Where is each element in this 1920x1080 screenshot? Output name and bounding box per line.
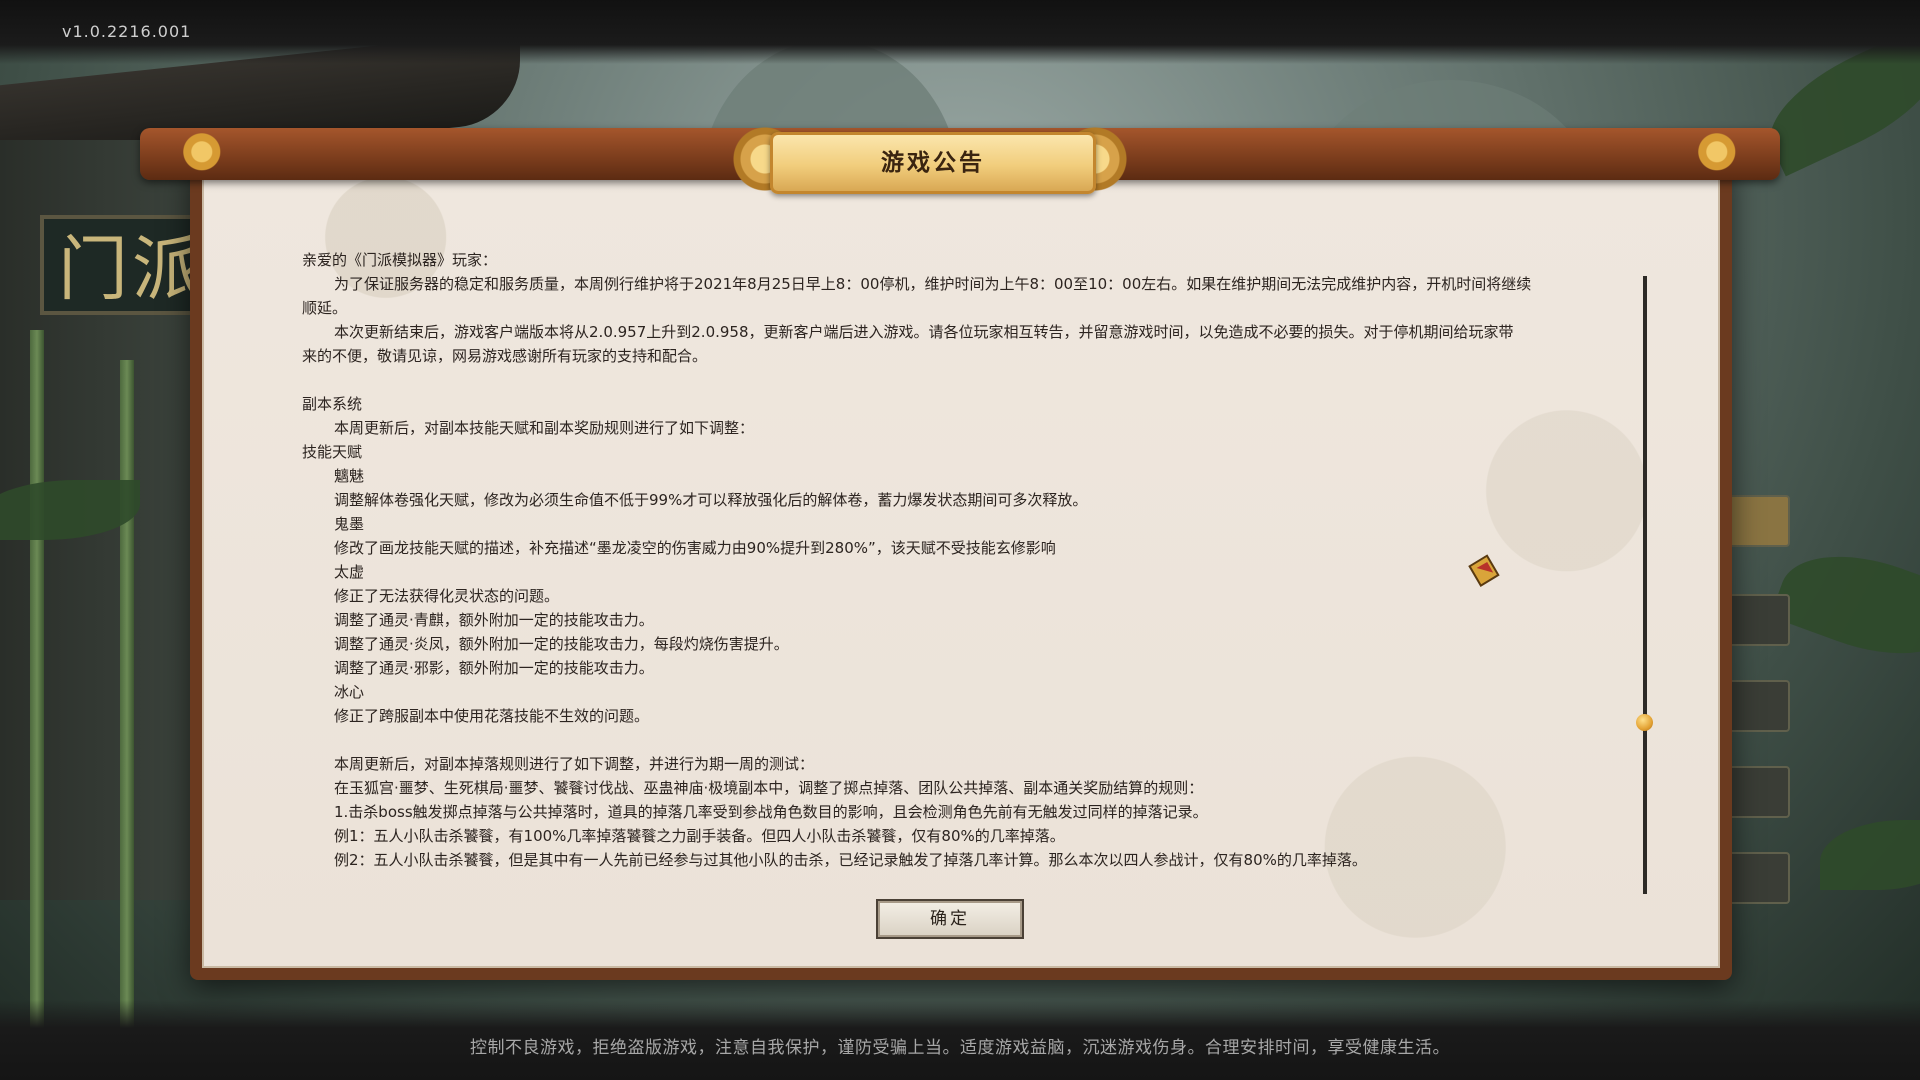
content-line: 为了保证服务器的稳定和服务质量，本周例行维护将于2021年8月25日早上8：00… (334, 275, 1532, 293)
content-line: 修正了无法获得化灵状态的问题。 (334, 587, 560, 605)
title-plate: 游戏公告 (770, 132, 1096, 194)
content-line: 调整了通灵·炎凤，额外附加一定的技能攻击力，每段灼烧伤害提升。 (334, 635, 789, 653)
class-name: 鬼墨 (334, 515, 365, 533)
content-line: 修改了画龙技能天赋的描述，补充描述“墨龙凌空的伤害威力由90%提升到280%”，… (334, 539, 1056, 557)
content-line: 例1：五人小队击杀饕餮，有100%几率掉落饕餮之力副手装备。但四人小队击杀饕餮，… (334, 827, 1065, 845)
content-line: 来的不便，敬请见谅，网易游戏感谢所有玩家的支持和配合。 (302, 347, 708, 365)
class-name: 太虚 (334, 563, 365, 581)
bottom-bar: 控制不良游戏，拒绝盗版游戏，注意自我保护，谨防受骗上当。适度游戏益脑，沉迷游戏伤… (0, 1000, 1920, 1080)
content-line: 本周更新后，对副本技能天赋和副本奖励规则进行了如下调整： (334, 419, 755, 437)
version-label: v1.0.2216.001 (62, 22, 192, 41)
left-ornament-icon (165, 132, 257, 176)
content-line: 1.击杀boss触发掷点掉落与公共掉落时，道具的掉落几率受到参战角色数目的影响，… (334, 803, 1208, 821)
health-advisory-text: 控制不良游戏，拒绝盗版游戏，注意自我保护，谨防受骗上当。适度游戏益脑，沉迷游戏伤… (470, 1038, 1450, 1058)
section-heading: 副本系统 (302, 395, 363, 413)
content-line: 本次更新结束后，游戏客户端版本将从2.0.957上升到2.0.958，更新客户端… (334, 323, 1514, 341)
dialog-title: 游戏公告 (881, 150, 985, 176)
content-line: 本周更新后，对副本掉落规则进行了如下调整，并进行为期一周的测试： (334, 755, 815, 773)
side-tab[interactable] (1726, 680, 1790, 732)
sect-sign: 门派 (40, 215, 210, 315)
class-name: 冰心 (334, 683, 365, 701)
top-bar: v1.0.2216.001 (0, 0, 1920, 64)
content-line: 调整了通灵·青麒，额外附加一定的技能攻击力。 (334, 611, 654, 629)
scrollbar-thumb[interactable] (1636, 714, 1653, 731)
content-line: 例2：五人小队击杀饕餮，但是其中有一人先前已经参与过其他小队的击杀，已经记录触发… (334, 851, 1367, 869)
greeting-line: 亲爱的《门派模拟器》玩家： (302, 251, 498, 269)
confirm-button[interactable]: 确定 (876, 899, 1024, 939)
content-line: 顺延。 (302, 299, 348, 317)
class-name: 魑魅 (334, 467, 365, 485)
announcement-content: 亲爱的《门派模拟器》玩家： 为了保证服务器的稳定和服务质量，本周例行维护将于20… (302, 248, 1592, 878)
side-tab[interactable] (1726, 852, 1790, 904)
subsection-heading: 技能天赋 (302, 443, 363, 461)
scrollbar-track[interactable] (1643, 276, 1647, 894)
side-tab[interactable] (1726, 594, 1790, 646)
content-line: 调整了通灵·邪影，额外附加一定的技能攻击力。 (334, 659, 654, 677)
content-line: 在玉狐宫·噩梦、生死棋局·噩梦、饕餮讨伐战、巫蛊神庙·极境副本中，调整了掷点掉落… (334, 779, 1204, 797)
side-tab[interactable] (1726, 766, 1790, 818)
side-tab[interactable] (1726, 495, 1790, 547)
right-ornament-icon (1680, 132, 1772, 176)
content-line: 修正了跨服副本中使用花落技能不生效的问题。 (334, 707, 650, 725)
content-line: 调整解体卷强化天赋，修改为必须生命值不低于99%才可以释放强化后的解体卷，蓄力爆… (334, 491, 1088, 509)
